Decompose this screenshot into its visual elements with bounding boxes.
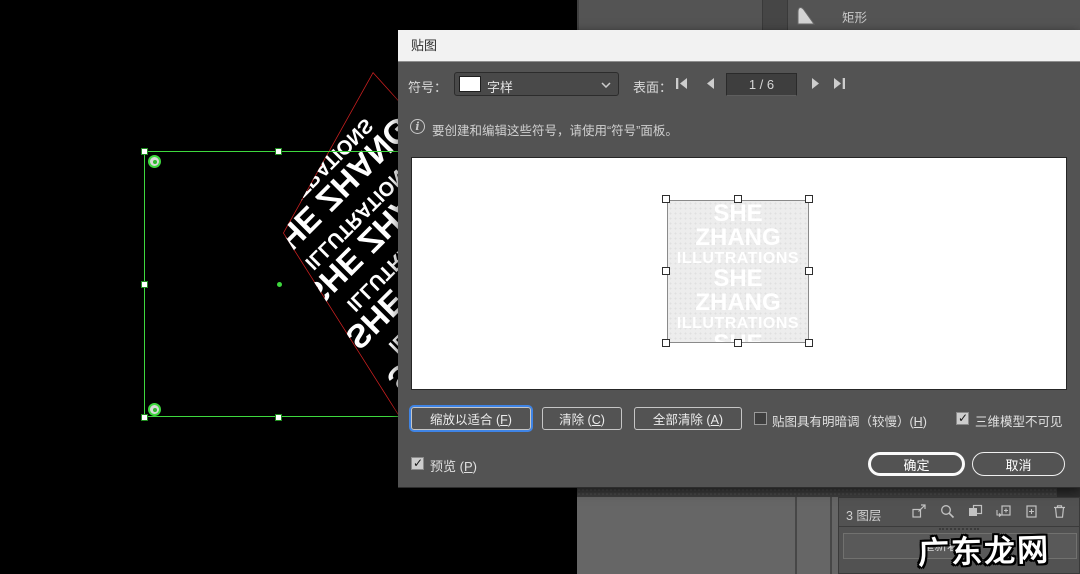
first-surface-icon[interactable]: [674, 76, 690, 92]
map-art-preview[interactable]: SHE ZHANG ILLUTRATIONS SHE ZHANG ILLUTRA…: [411, 157, 1067, 390]
mapped-symbol-object[interactable]: SHE ZHANG ILLUTRATIONS SHE ZHANG ILLUTRA…: [667, 200, 809, 343]
selection-handle[interactable]: [141, 148, 148, 155]
preview-checkbox[interactable]: [411, 457, 424, 470]
scale-to-fit-button[interactable]: 缩放以适合 (F): [411, 407, 531, 430]
export-icon[interactable]: [911, 503, 928, 520]
panel-divider: [830, 497, 832, 574]
selection-bounding-box: [144, 151, 398, 417]
shape-thumbnail-icon: [793, 3, 817, 27]
transform-handle[interactable]: [662, 339, 670, 347]
next-surface-icon[interactable]: [808, 76, 824, 92]
hide-model-checkbox[interactable]: [956, 412, 969, 425]
ok-button[interactable]: 确定: [868, 452, 965, 476]
last-surface-icon[interactable]: [832, 76, 848, 92]
symbol-dropdown-value: 字样: [487, 77, 513, 96]
surface-label: 表面：: [633, 77, 672, 96]
symbol-label: 符号：: [408, 77, 447, 96]
symbol-text-line: SHE ZHANG: [668, 202, 808, 251]
top-panel-bar: 矩形: [577, 0, 1080, 30]
symbol-dropdown[interactable]: 字样: [454, 72, 619, 96]
transform-handle[interactable]: [805, 339, 813, 347]
clear-button[interactable]: 清除 (C): [542, 407, 622, 430]
transform-handle[interactable]: [662, 195, 670, 203]
selection-handle[interactable]: [275, 148, 282, 155]
watermark-text: 广东龙网: [917, 524, 1050, 572]
transform-handle[interactable]: [662, 267, 670, 275]
shading-checkbox[interactable]: [754, 412, 767, 425]
selection-center-point[interactable]: [277, 282, 282, 287]
transform-handle[interactable]: [805, 195, 813, 203]
selection-handle[interactable]: [141, 414, 148, 421]
symbol-swatch: [459, 76, 481, 92]
cancel-button[interactable]: 取消: [972, 452, 1065, 476]
layers-toolbar: [911, 503, 1068, 520]
hide-model-checkbox-label: 三维模型不可见: [975, 411, 1063, 430]
corner-widget-icon[interactable]: [148, 403, 161, 416]
transform-handle[interactable]: [805, 267, 813, 275]
symbol-text-line: SHE ZHANG: [668, 267, 808, 316]
panel-edge: [577, 488, 1080, 497]
previous-surface-icon[interactable]: [703, 76, 719, 92]
dialog-title[interactable]: 贴图: [398, 30, 1080, 62]
clip-mask-icon[interactable]: [967, 503, 984, 520]
info-icon: i: [410, 119, 425, 134]
chevron-down-icon: [601, 82, 611, 88]
preview-checkbox-label: 预览 (P): [430, 456, 477, 475]
surface-page-field[interactable]: 1 / 6: [726, 73, 797, 96]
trash-icon[interactable]: [1051, 503, 1068, 520]
panel-divider: [762, 0, 788, 30]
new-sublayer-icon[interactable]: [995, 503, 1012, 520]
map-art-dialog: 贴图 符号： 字样 表面： 1 / 6 i 要创建和编辑这些符号，请使用“符号”…: [398, 30, 1080, 488]
selection-handle[interactable]: [275, 414, 282, 421]
panel-divider: [795, 497, 797, 574]
shading-checkbox-label: 贴图具有明暗调（较慢）(H): [772, 411, 927, 430]
selection-handle[interactable]: [141, 281, 148, 288]
transform-handle[interactable]: [734, 195, 742, 203]
clear-all-button[interactable]: 全部清除 (A): [634, 407, 742, 430]
new-layer-icon[interactable]: [1023, 503, 1040, 520]
shape-name-label: 矩形: [842, 7, 867, 26]
corner-widget-icon[interactable]: [148, 155, 161, 168]
locate-object-icon[interactable]: [939, 503, 956, 520]
info-text: 要创建和编辑这些符号，请使用“符号”面板。: [432, 120, 678, 139]
transform-handle[interactable]: [734, 339, 742, 347]
mapped-symbol-text: SHE ZHANG ILLUTRATIONS SHE ZHANG ILLUTRA…: [668, 201, 808, 342]
layers-count-label: 3 图层: [846, 505, 881, 524]
